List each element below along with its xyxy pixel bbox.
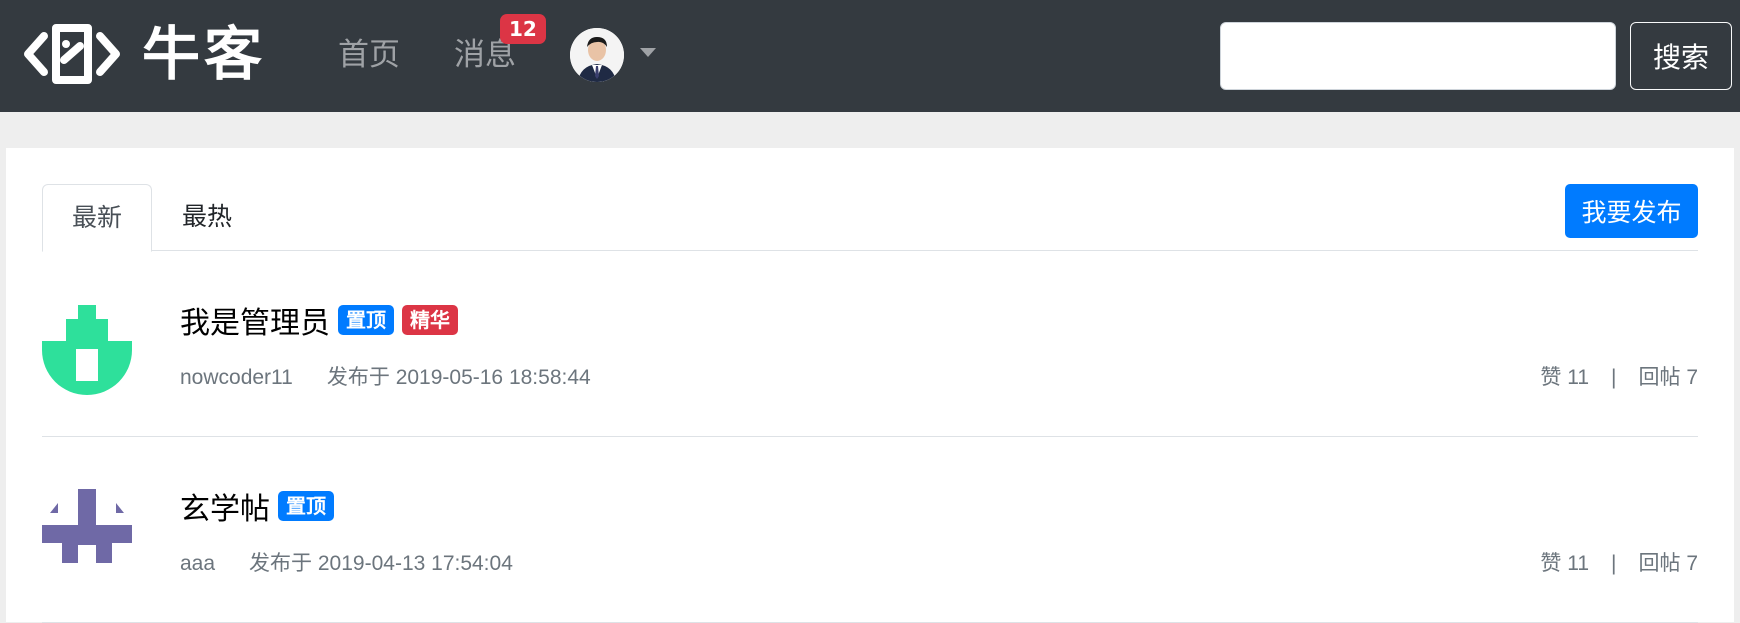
post-stats: 赞 11 | 回帖 7 — [1540, 363, 1698, 393]
post-title[interactable]: 玄学帖 — [180, 484, 270, 528]
post-likes: 赞 11 — [1540, 366, 1590, 389]
post-published-time: 发布于 2019-05-16 18:58:44 — [326, 366, 591, 389]
post-author-avatar-icon[interactable] — [42, 489, 132, 579]
tab-latest[interactable]: 最新 — [42, 184, 152, 252]
post-title-row: 我是管理员 置顶 精华 — [180, 297, 466, 343]
post-title[interactable]: 我是管理员 — [180, 298, 330, 342]
site-logo[interactable]: 牛客 — [22, 22, 266, 86]
tag-pinned-badge: 置顶 — [338, 305, 394, 335]
user-avatar-icon — [570, 28, 624, 82]
stats-separator: | — [1611, 366, 1617, 389]
tag-pinned-badge: 置顶 — [278, 491, 334, 521]
search-button[interactable]: 搜索 — [1630, 22, 1732, 90]
logo-text: 牛客 — [142, 20, 267, 88]
nav-home-link[interactable]: 首页 — [338, 32, 400, 78]
logo-icon — [24, 24, 120, 84]
post-meta: nowcoder11 发布于 2019-05-16 18:58:44 — [180, 363, 591, 393]
stats-separator: | — [1611, 552, 1617, 575]
post-likes: 赞 11 — [1540, 552, 1590, 575]
post-author[interactable]: aaa — [180, 552, 215, 575]
publish-button[interactable]: 我要发布 — [1565, 184, 1698, 238]
post-replies: 回帖 7 — [1638, 366, 1698, 389]
main-panel: 最新 最热 我要发布 我是管理员 置顶 精华 nowcoder11 发布于 201… — [6, 148, 1734, 623]
user-menu-chevron-down-icon[interactable] — [640, 48, 656, 57]
post-stats: 赞 11 | 回帖 7 — [1540, 549, 1698, 579]
search-input[interactable] — [1220, 22, 1616, 90]
post-author-avatar-icon[interactable] — [42, 305, 132, 395]
post-title-row: 玄学帖 置顶 — [180, 483, 342, 529]
post-list-item: 我是管理员 置顶 精华 nowcoder11 发布于 2019-05-16 18:… — [42, 251, 1698, 437]
post-list-item: 玄学帖 置顶 aaa 发布于 2019-04-13 17:54:04 赞 11 | 回… — [42, 437, 1698, 623]
user-avatar[interactable] — [570, 28, 624, 82]
message-count-badge: 12 — [500, 14, 546, 44]
tag-featured-badge: 精华 — [402, 305, 458, 335]
post-meta: aaa 发布于 2019-04-13 17:54:04 — [180, 549, 513, 579]
post-replies: 回帖 7 — [1638, 552, 1698, 575]
post-published-time: 发布于 2019-04-13 17:54:04 — [249, 552, 513, 575]
tab-hot[interactable]: 最热 — [152, 184, 262, 251]
post-author[interactable]: nowcoder11 — [180, 366, 293, 389]
top-navbar: 牛客 首页 消息 12 搜索 — [0, 0, 1740, 112]
post-tabs: 最新 最热 — [42, 184, 1698, 252]
